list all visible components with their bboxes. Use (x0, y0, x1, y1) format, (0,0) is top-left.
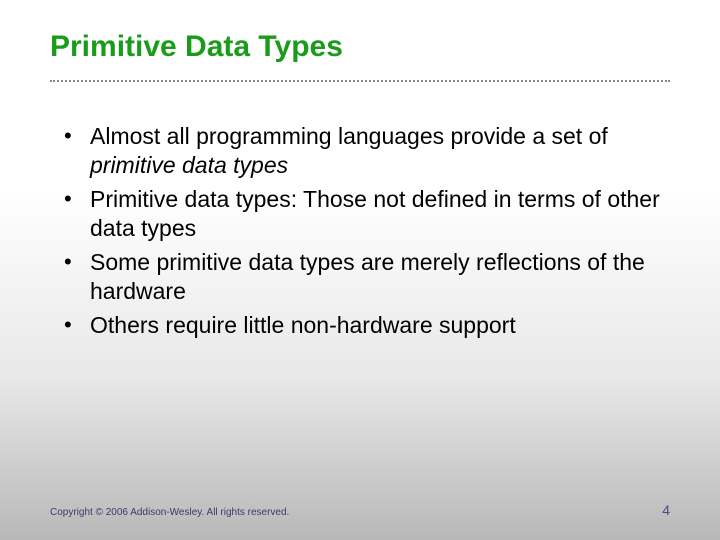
list-item: Primitive data types: Those not defined … (64, 185, 670, 244)
bullet-text-pre: Others require little non-hardware suppo… (90, 312, 516, 338)
page-number: 4 (662, 502, 670, 518)
list-item: Others require little non-hardware suppo… (64, 311, 670, 340)
bullet-text-em: primitive data types (90, 152, 288, 178)
slide: Primitive Data Types Almost all programm… (0, 0, 720, 540)
copyright-text: Copyright © 2006 Addison-Wesley. All rig… (50, 507, 289, 518)
bullet-list: Almost all programming languages provide… (50, 122, 670, 340)
slide-title: Primitive Data Types (50, 30, 670, 64)
bullet-text-pre: Almost all programming languages provide… (90, 123, 608, 149)
title-divider (50, 80, 670, 82)
slide-footer: Copyright © 2006 Addison-Wesley. All rig… (50, 502, 670, 518)
list-item: Almost all programming languages provide… (64, 122, 670, 181)
list-item: Some primitive data types are merely ref… (64, 248, 670, 307)
bullet-text-pre: Primitive data types: Those not defined … (90, 186, 660, 241)
bullet-text-pre: Some primitive data types are merely ref… (90, 249, 645, 304)
